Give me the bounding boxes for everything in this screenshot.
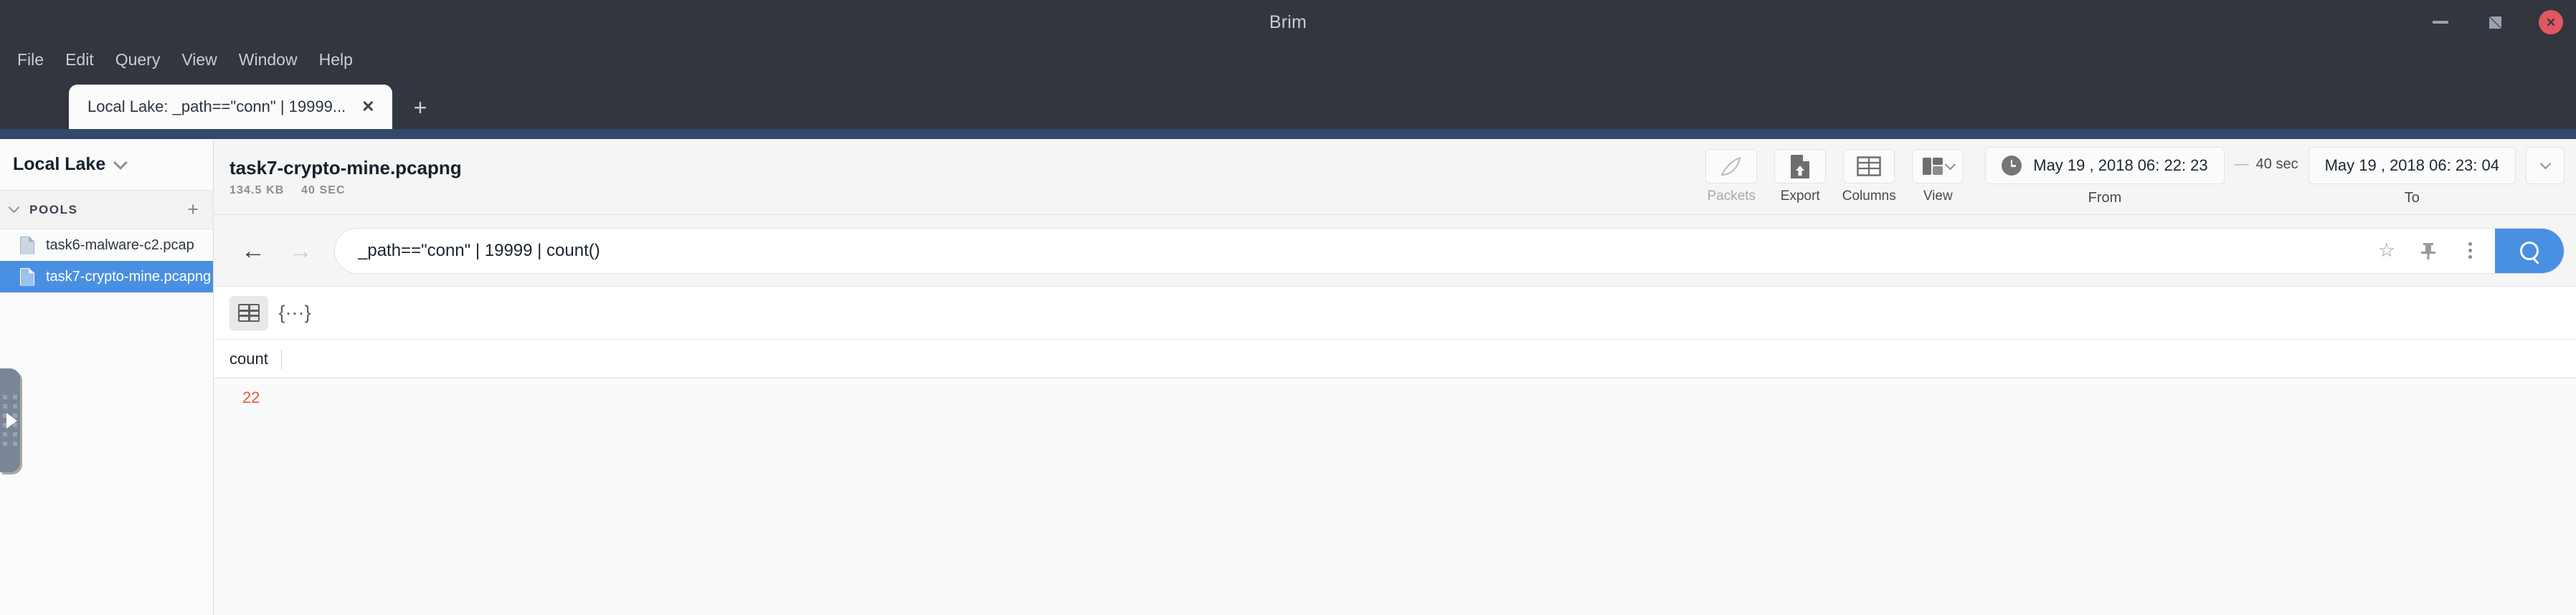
columns-button[interactable]: Columns: [1834, 149, 1903, 204]
tab-label: Local Lake: _path=="conn" | 19999...: [87, 97, 346, 115]
lake-selector[interactable]: Local Lake: [0, 139, 213, 191]
view-button[interactable]: View: [1903, 149, 1972, 204]
search-actions: ☆: [2366, 228, 2564, 273]
clock-icon: [2002, 156, 2022, 176]
time-range-dropdown-button[interactable]: [2526, 147, 2565, 184]
toolbar-label: Columns: [1842, 189, 1896, 204]
from-field[interactable]: May 19 , 2018 06: 22: 23: [1985, 147, 2225, 184]
menu-window[interactable]: Window: [229, 47, 308, 72]
file-icon: [20, 237, 34, 254]
tab-local-lake[interactable]: Local Lake: _path=="conn" | 19999... ✕: [69, 85, 392, 129]
accent-strip: [0, 129, 2576, 139]
maximize-icon: [2489, 16, 2501, 29]
chevron-down-icon: [1944, 158, 1956, 170]
header-toolbar: Packets Export Columns View: [1697, 149, 1972, 204]
close-button[interactable]: ×: [2539, 10, 2563, 34]
dataset-meta: 134.5 KB 40 SEC: [229, 184, 462, 197]
chevron-down-icon: [8, 201, 20, 214]
app-title: Brim: [1269, 11, 1307, 32]
layout-icon: [1912, 149, 1964, 183]
new-tab-button[interactable]: +: [392, 96, 446, 129]
lake-name: Local Lake: [13, 154, 106, 174]
search-icon: [2520, 241, 2539, 260]
to-label: To: [2404, 190, 2420, 206]
search-input[interactable]: _path=="conn" | 19999 | count() ☆: [334, 227, 2565, 274]
file-upload-icon: [1774, 149, 1827, 183]
time-from: May 19 , 2018 06: 22: 23 From: [1985, 147, 2225, 206]
pools-section-label: POOLS: [29, 202, 78, 216]
to-value: May 19 , 2018 06: 23: 04: [2324, 156, 2499, 174]
menu-help[interactable]: Help: [309, 47, 363, 72]
dataset-duration: 40 SEC: [300, 183, 346, 196]
forward-button[interactable]: →: [277, 239, 324, 263]
json-view-button[interactable]: {···}: [275, 296, 314, 330]
expand-arrow-icon: [6, 412, 17, 429]
chevron-down-icon: [2539, 158, 2551, 169]
minimize-icon: [2433, 21, 2448, 24]
body: Local Lake POOLS + task6-malware-c2.pcap…: [0, 139, 2576, 615]
to-field[interactable]: May 19 , 2018 06: 23: 04: [2308, 147, 2516, 184]
column-resize-handle[interactable]: [281, 348, 282, 369]
menu-query[interactable]: Query: [105, 47, 171, 72]
menu-edit[interactable]: Edit: [55, 47, 104, 72]
kebab-menu-icon[interactable]: [2449, 242, 2491, 259]
run-query-button[interactable]: [2495, 228, 2564, 273]
packets-button[interactable]: Packets: [1697, 149, 1766, 204]
from-label: From: [2088, 190, 2122, 206]
column-header-count[interactable]: count: [229, 350, 281, 368]
star-icon[interactable]: ☆: [2366, 241, 2407, 260]
pools-section-header[interactable]: POOLS +: [0, 191, 213, 229]
sidebar-item-task7-crypto-mine[interactable]: task7-crypto-mine.pcapng: [0, 261, 213, 292]
window-titlebar: Brim ×: [0, 0, 2576, 44]
table-view-icon: [238, 304, 260, 322]
close-icon[interactable]: ✕: [361, 99, 374, 115]
table-header: count: [214, 340, 2576, 378]
table-row[interactable]: 22: [214, 378, 2576, 417]
menu-view[interactable]: View: [171, 47, 227, 72]
maximize-button[interactable]: [2484, 11, 2506, 33]
sidebar-item-task6-malware-c2[interactable]: task6-malware-c2.pcap: [0, 229, 213, 261]
table-grid-icon: [1843, 149, 1895, 183]
range-duration: 40 sec: [2225, 156, 2309, 173]
sidebar-resize-handle[interactable]: [0, 368, 20, 472]
dataset-info: task7-crypto-mine.pcapng 134.5 KB 40 SEC: [229, 157, 462, 197]
pool-label: task6-malware-c2.pcap: [46, 237, 194, 253]
result-view-toggle: {···}: [214, 287, 2576, 340]
time-range-picker: May 19 , 2018 06: 22: 23 From 40 sec May…: [1985, 147, 2565, 206]
sidebar: Local Lake POOLS + task6-malware-c2.pcap…: [0, 139, 214, 615]
dataset-header: task7-crypto-mine.pcapng 134.5 KB 40 SEC…: [214, 139, 2576, 215]
pool-label: task7-crypto-mine.pcapng: [46, 268, 212, 285]
shark-fin-icon: [1705, 149, 1758, 183]
window-controls: ×: [2430, 0, 2563, 44]
toolbar-label: View: [1923, 189, 1953, 204]
page-title: task7-crypto-mine.pcapng: [229, 156, 462, 178]
results-area: 22: [214, 378, 2576, 615]
menubar: File Edit Query View Window Help: [0, 44, 2576, 75]
toolbar-label: Export: [1780, 189, 1820, 204]
dataset-size: 134.5 KB: [229, 183, 285, 196]
toolbar-label: Packets: [1707, 189, 1756, 204]
minimize-button[interactable]: [2430, 11, 2451, 33]
menu-file[interactable]: File: [7, 47, 54, 72]
cell-count: 22: [242, 388, 260, 406]
from-value: May 19 , 2018 06: 22: 23: [2033, 156, 2208, 174]
query-bar: ← → _path=="conn" | 19999 | count() ☆: [214, 215, 2576, 287]
json-view-icon: {···}: [278, 302, 311, 323]
time-to: May 19 , 2018 06: 23: 04 To: [2308, 147, 2516, 206]
pin-icon[interactable]: [2407, 242, 2449, 260]
query-value[interactable]: _path=="conn" | 19999 | count(): [358, 241, 2366, 261]
chevron-down-icon: [113, 155, 128, 170]
export-button[interactable]: Export: [1766, 149, 1834, 204]
main-pane: task7-crypto-mine.pcapng 134.5 KB 40 SEC…: [214, 139, 2576, 615]
file-icon: [20, 268, 34, 286]
tabbar: Local Lake: _path=="conn" | 19999... ✕ +: [0, 75, 2576, 129]
table-view-button[interactable]: [229, 295, 268, 330]
add-pool-button[interactable]: +: [187, 200, 199, 219]
back-button[interactable]: ←: [229, 239, 277, 263]
